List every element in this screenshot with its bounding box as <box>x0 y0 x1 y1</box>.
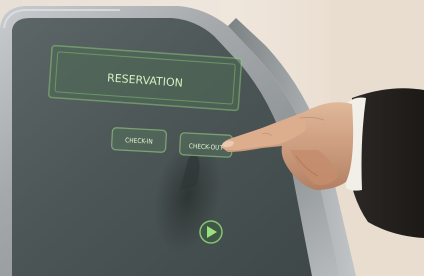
check-in-button[interactable]: CHECK-IN <box>111 127 167 153</box>
next-button[interactable] <box>199 220 223 244</box>
check-in-label: CHECK-IN <box>125 136 153 145</box>
kiosk-photo: RESERVATION CHECK-IN CHECK-OUT <box>0 0 424 276</box>
